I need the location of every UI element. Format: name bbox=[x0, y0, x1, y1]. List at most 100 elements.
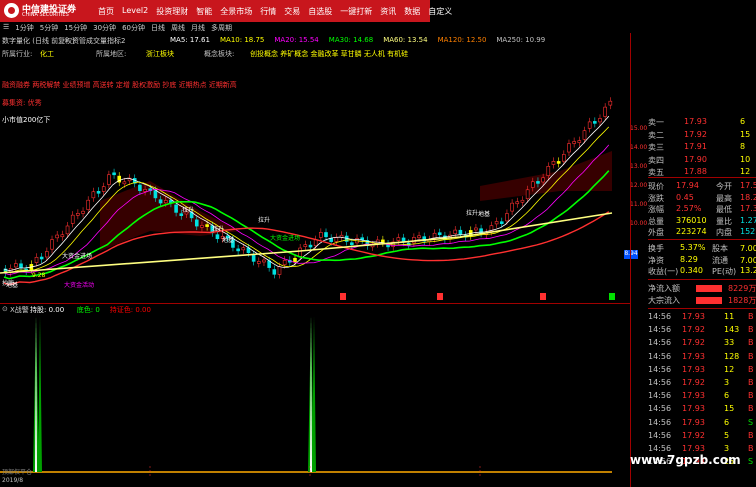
candle-body bbox=[562, 154, 566, 162]
period-tab[interactable]: 多周期 bbox=[208, 22, 235, 34]
menu-item[interactable]: 首页 bbox=[98, 6, 114, 18]
stat-value: 17.94 bbox=[676, 181, 699, 190]
tick-time: 14:56 bbox=[648, 417, 672, 427]
panel-divider bbox=[630, 33, 631, 487]
tick-row: 14:56 17.92 33 B bbox=[648, 338, 756, 350]
indicator-chart[interactable] bbox=[0, 316, 630, 476]
candle-body bbox=[360, 237, 364, 240]
tick-row: 14:56 17.93 128 B bbox=[648, 352, 756, 364]
candle-body bbox=[262, 259, 266, 263]
stat-value: 152736 bbox=[740, 227, 756, 236]
menu-item[interactable]: 自定义 bbox=[428, 6, 452, 18]
chart-annotation: 大资金活动 bbox=[64, 282, 95, 289]
candle-body bbox=[567, 143, 571, 153]
chart-annotation: 地基 bbox=[478, 211, 491, 218]
candle-body bbox=[582, 130, 587, 140]
ma-band bbox=[480, 151, 612, 201]
ask-row[interactable]: 卖二 17.92 15 bbox=[648, 130, 756, 142]
candle-body bbox=[215, 234, 220, 240]
period-tab[interactable]: 5分钟 bbox=[37, 22, 61, 34]
menu-item[interactable]: 资讯 bbox=[380, 6, 396, 18]
flow-row: 大宗流入 1828万 bbox=[648, 295, 756, 307]
candle-body bbox=[546, 166, 551, 176]
menu-item[interactable]: 数据 bbox=[404, 6, 420, 18]
stat-row: 净资 8.29 流通 7.00亿 bbox=[648, 255, 756, 267]
candle-body bbox=[138, 184, 142, 192]
candle-body bbox=[541, 177, 545, 183]
period-tab[interactable]: 30分钟 bbox=[90, 22, 119, 34]
event-marker[interactable] bbox=[609, 293, 615, 300]
period-tab[interactable]: 周线 bbox=[168, 22, 188, 34]
candle-body bbox=[298, 247, 302, 257]
menu-item[interactable]: 投资理财 bbox=[156, 6, 188, 18]
menu-item[interactable]: Level2 bbox=[122, 6, 148, 18]
ask-price: 17.93 bbox=[684, 117, 707, 126]
indicator-spike bbox=[312, 316, 316, 472]
stat-label: 股本 bbox=[712, 244, 728, 253]
indicator-value: 持股: 0.00 bbox=[30, 306, 65, 314]
indicator-name[interactable]: X战警 bbox=[10, 305, 29, 315]
stat-value: 13.2 bbox=[740, 266, 756, 275]
menu-item[interactable]: 自选股 bbox=[308, 6, 332, 18]
ask-row[interactable]: 卖一 17.93 6 bbox=[648, 117, 756, 129]
candle-body bbox=[536, 181, 540, 184]
tick-row: 14:56 17.92 5 B bbox=[648, 431, 756, 443]
industry-value[interactable]: 化工 bbox=[40, 49, 54, 59]
chart-annotation: 拉升 bbox=[258, 217, 271, 224]
candle-body bbox=[45, 251, 49, 258]
industry-label: 所属行业: bbox=[2, 50, 33, 58]
tick-volume: 33 bbox=[724, 338, 735, 348]
chart-settings-icon[interactable]: ⊙ bbox=[64, 36, 70, 44]
panel-divider bbox=[648, 239, 756, 240]
indicator-value: 底色: 0 bbox=[76, 306, 100, 314]
tick-volume: 15 bbox=[724, 404, 735, 414]
tick-side: B bbox=[748, 378, 754, 387]
candle-body bbox=[39, 256, 44, 260]
flow-value: 1828万 bbox=[728, 296, 756, 305]
flow-bar bbox=[696, 285, 722, 292]
menu-item[interactable]: 行情 bbox=[260, 6, 276, 18]
event-marker[interactable] bbox=[340, 293, 346, 300]
tick-side: B bbox=[748, 325, 754, 335]
stat-value: 7.00亿 bbox=[740, 255, 756, 265]
ask-price: 17.92 bbox=[684, 129, 707, 139]
concept-value[interactable]: 创投概念 养矿概念 金融改革 草甘膦 无人机 有机硅 bbox=[250, 49, 408, 59]
ask-volume: 8 bbox=[740, 142, 746, 151]
candle-body bbox=[70, 214, 75, 224]
chart-annotation: 大资金进场 bbox=[270, 235, 301, 242]
stat-label: 流通 bbox=[712, 255, 728, 265]
ask-volume: 10 bbox=[740, 154, 751, 164]
region-value[interactable]: 浙江板块 bbox=[146, 49, 174, 59]
list-icon[interactable]: ☰ bbox=[0, 22, 12, 34]
chart-annotation: 拉升 bbox=[212, 226, 225, 233]
flow-label: 净流入额 bbox=[648, 284, 680, 293]
menu-item[interactable]: 智能 bbox=[196, 6, 212, 18]
ask-price: 17.88 bbox=[684, 167, 707, 176]
candle-body bbox=[272, 269, 277, 275]
stat-value: 18.20 bbox=[740, 192, 756, 202]
period-tab[interactable]: 60分钟 bbox=[119, 22, 148, 34]
candle-body bbox=[60, 234, 65, 238]
period-tab[interactable]: 15分钟 bbox=[61, 22, 90, 34]
ask-price: 17.91 bbox=[684, 142, 707, 151]
event-marker[interactable] bbox=[540, 293, 546, 300]
kline-chart[interactable] bbox=[0, 61, 630, 304]
menu-item[interactable]: 交易 bbox=[284, 6, 300, 18]
event-marker[interactable] bbox=[437, 293, 443, 300]
menu-item[interactable]: 全景市场 bbox=[220, 6, 252, 18]
panel-divider bbox=[648, 308, 756, 309]
period-tab[interactable]: 日线 bbox=[148, 22, 168, 34]
ma-label: MA20: 15.54 bbox=[274, 36, 319, 44]
tick-volume: 128 bbox=[724, 351, 740, 361]
candle-body bbox=[34, 256, 39, 263]
candle-body bbox=[530, 181, 535, 188]
candle-body bbox=[587, 121, 592, 129]
period-tab[interactable]: 1分钟 bbox=[12, 22, 36, 34]
logo-subtitle: CHINA SECURITIES bbox=[22, 12, 69, 18]
ask-row[interactable]: 卖三 17.91 8 bbox=[648, 142, 756, 154]
menu-item[interactable]: 一键打新 bbox=[340, 6, 372, 18]
indicator-settings-icon[interactable]: ⊙ bbox=[2, 305, 8, 313]
ask-row[interactable]: 卖四 17.90 10 bbox=[648, 155, 756, 167]
chart-annotation: 地基 bbox=[222, 237, 235, 244]
period-tab[interactable]: 月线 bbox=[188, 22, 208, 34]
